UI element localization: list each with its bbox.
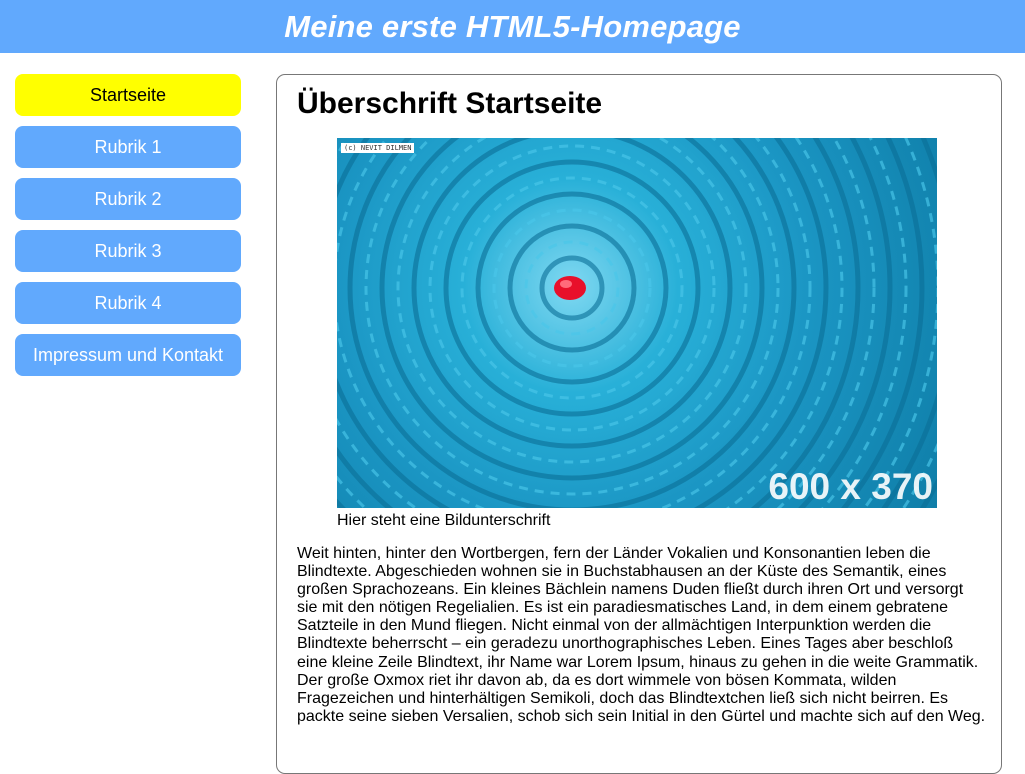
image-credit: (c) NEVIT DILMEN [341, 143, 415, 153]
image-dimensions-label: 600 x 370 [768, 466, 933, 507]
rope-core [554, 276, 586, 300]
nav-item-rubrik-2[interactable]: Rubrik 2 [15, 178, 241, 220]
body-text: Weit hinten, hinter den Wortbergen, fern… [297, 545, 986, 725]
main-content: Überschrift Startseite (c) NEVIT DILMEN … [276, 74, 1002, 774]
rope-photo: (c) NEVIT DILMEN 600 x 370 [337, 138, 937, 508]
site-header: Meine erste HTML5-Homepage [0, 0, 1025, 53]
figure: (c) NEVIT DILMEN 600 x 370 Hier steht ei… [337, 138, 937, 530]
nav-item-rubrik-3[interactable]: Rubrik 3 [15, 230, 241, 272]
rope-coil-graphic [337, 138, 937, 508]
image-caption: Hier steht eine Bildunterschrift [337, 512, 551, 529]
nav-item-impressum[interactable]: Impressum und Kontakt [15, 334, 241, 376]
main-navigation: Startseite Rubrik 1 Rubrik 2 Rubrik 3 Ru… [15, 74, 241, 386]
site-title: Meine erste HTML5-Homepage [284, 8, 741, 44]
nav-item-startseite[interactable]: Startseite [15, 74, 241, 116]
nav-item-rubrik-4[interactable]: Rubrik 4 [15, 282, 241, 324]
page-heading: Überschrift Startseite [297, 87, 603, 120]
nav-item-rubrik-1[interactable]: Rubrik 1 [15, 126, 241, 168]
